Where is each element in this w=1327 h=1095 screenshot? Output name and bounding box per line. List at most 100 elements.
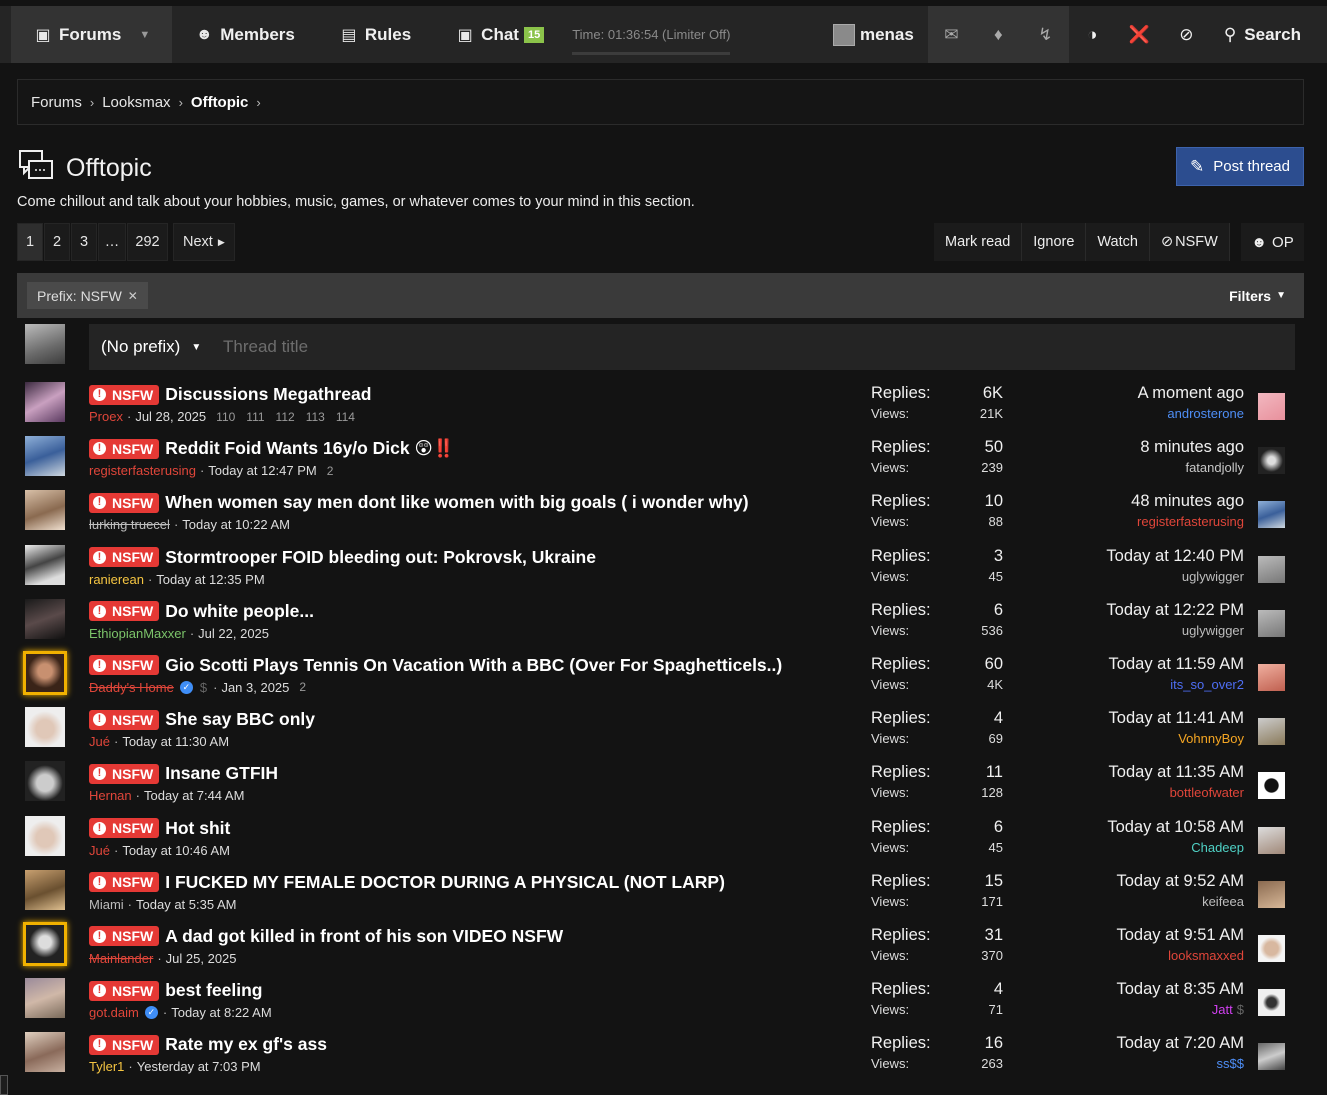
thread-page-link[interactable]: 112 [276, 410, 295, 424]
breadcrumb-looksmax[interactable]: Looksmax [102, 94, 170, 111]
thread-title[interactable]: A dad got killed in front of his son VID… [165, 926, 563, 947]
last-post-user[interactable]: uglywigger [1106, 623, 1244, 638]
last-post-user[interactable]: Chadeep [1107, 840, 1244, 855]
last-post-time[interactable]: Today at 9:51 AM [1117, 926, 1245, 945]
thread-author[interactable]: got.daim [89, 1005, 139, 1020]
avatar[interactable] [1258, 826, 1285, 854]
last-post-time[interactable]: Today at 12:22 PM [1106, 601, 1244, 620]
thread-title[interactable]: Stormtrooper FOID bleeding out: Pokrovsk… [165, 547, 596, 568]
ignore-button[interactable]: Ignore [1022, 223, 1087, 261]
thread-author[interactable]: Jué [89, 843, 110, 858]
avatar[interactable] [25, 1032, 65, 1073]
thread-author[interactable]: Tyler1 [89, 1059, 124, 1074]
avatar[interactable] [1258, 989, 1285, 1017]
op-filter-button[interactable]: ☻ OP [1241, 223, 1304, 261]
last-post-user[interactable]: VohnnyBoy [1109, 731, 1244, 746]
thread-row[interactable]: ! NSFW I FUCKED MY FEMALE DOCTOR DURING A … [17, 868, 1304, 922]
prefix-filter-chip[interactable]: Prefix: NSFW ✕ [27, 282, 148, 309]
thread-page-link[interactable]: 113 [306, 410, 325, 424]
last-post-time[interactable]: A moment ago [1138, 384, 1244, 403]
watch-button[interactable]: Watch [1086, 223, 1150, 261]
thread-title[interactable]: When women say men dont like women with … [165, 492, 748, 513]
bell-icon[interactable]: ♦ [975, 6, 1022, 63]
thread-title[interactable]: Do white people... [165, 601, 314, 622]
last-post-time[interactable]: Today at 10:58 AM [1107, 818, 1244, 837]
thread-title[interactable]: Rate my ex gf's ass [165, 1034, 327, 1055]
avatar[interactable] [1258, 663, 1285, 691]
avatar[interactable] [1258, 772, 1285, 800]
last-post-time[interactable]: Today at 9:52 AM [1117, 872, 1245, 891]
nsfw-badge[interactable]: ! NSFW [89, 601, 160, 622]
last-post-user[interactable]: ss$$ [1117, 1056, 1244, 1071]
close-icon[interactable]: ✕ [128, 289, 138, 303]
thread-title[interactable]: best feeling [165, 980, 262, 1001]
toggle-icon[interactable]: ◑ [1069, 6, 1116, 63]
thread-title[interactable]: She say BBC only [165, 709, 315, 730]
thread-author[interactable]: Proex [89, 409, 123, 424]
thread-row[interactable]: ! NSFW Discussions Megathread Proex · Jul 28,… [17, 380, 1304, 434]
last-post-time[interactable]: Today at 11:59 AM [1109, 655, 1244, 674]
thread-author[interactable]: Jué [89, 734, 110, 749]
thread-title[interactable]: Reddit Foid Wants 16y/o Dick 😲‼️ [165, 438, 454, 459]
nsfw-badge[interactable]: ! NSFW [89, 384, 160, 405]
thread-date[interactable]: Today at 8:22 AM [171, 1005, 271, 1020]
page-ellipsis[interactable]: … [98, 223, 126, 261]
thread-title[interactable]: Insane GTFIH [165, 763, 278, 784]
last-post-user[interactable]: androsterone [1138, 406, 1244, 421]
avatar[interactable] [1258, 447, 1285, 475]
bolt-icon[interactable]: ↯ [1022, 6, 1069, 63]
avatar[interactable] [25, 978, 65, 1019]
avatar[interactable] [1258, 934, 1285, 962]
last-post-user[interactable]: bottleofwater [1109, 785, 1244, 800]
nsfw-badge[interactable]: ! NSFW [89, 655, 160, 676]
breadcrumb-offtopic[interactable]: Offtopic [191, 94, 249, 111]
nsfw-badge[interactable]: ! NSFW [89, 492, 160, 513]
thread-date[interactable]: Today at 5:35 AM [136, 897, 236, 912]
thread-author[interactable]: lurking truecel [89, 517, 170, 532]
thread-date[interactable]: Yesterday at 7:03 PM [137, 1059, 261, 1074]
avatar[interactable] [1258, 501, 1285, 529]
thread-title-input[interactable] [223, 337, 823, 357]
last-post-user[interactable]: its_so_over2 [1109, 677, 1244, 692]
last-post-user[interactable]: Jatt $ [1117, 1002, 1244, 1017]
last-post-time[interactable]: Today at 12:40 PM [1106, 547, 1244, 566]
thread-title[interactable]: Gio Scotti Plays Tennis On Vacation With… [165, 655, 782, 676]
thread-row[interactable]: ! NSFW When women say men dont like women … [17, 488, 1304, 542]
avatar[interactable] [25, 544, 65, 585]
last-post-time[interactable]: Today at 8:35 AM [1117, 980, 1245, 999]
page-2[interactable]: 2 [44, 223, 70, 261]
nsfw-badge[interactable]: ! NSFW [89, 872, 160, 893]
nav-rules[interactable]: ▤ Rules [317, 6, 433, 63]
nsfw-badge[interactable]: ! NSFW [89, 1034, 160, 1055]
nsfw-badge[interactable]: ! NSFW [89, 926, 160, 947]
prefix-select[interactable]: (No prefix) ▼ [89, 337, 223, 357]
avatar[interactable] [23, 921, 67, 966]
nsfw-toggle-button[interactable]: ⊘ NSFW [1149, 223, 1230, 261]
thread-author[interactable]: Hernan [89, 788, 132, 803]
avatar[interactable] [1258, 393, 1285, 420]
thread-row[interactable]: ! NSFW best feeling got.daim ✓ · Today at 8:22… [17, 976, 1304, 1030]
thread-page-link[interactable]: 110 [216, 410, 235, 424]
avatar[interactable] [1258, 880, 1285, 908]
last-post-time[interactable]: Today at 11:41 AM [1109, 709, 1244, 728]
thread-row[interactable]: ! NSFW A dad got killed in front of his so… [17, 921, 1304, 976]
avatar[interactable] [25, 490, 65, 531]
thread-page-link[interactable]: 2 [299, 680, 306, 694]
avatar[interactable] [25, 761, 65, 802]
thread-page-link[interactable]: 114 [336, 410, 355, 424]
filters-button[interactable]: Filters ▼ [1229, 273, 1286, 318]
thread-date[interactable]: Today at 10:22 AM [182, 517, 290, 532]
page-3[interactable]: 3 [71, 223, 97, 261]
last-post-user[interactable]: fatandjolly [1140, 460, 1244, 475]
next-page-button[interactable]: Next ▶ [173, 223, 235, 261]
thread-row[interactable]: ! NSFW Insane GTFIH Hernan · Today at 7:44 AM… [17, 759, 1304, 813]
thread-author[interactable]: Mainlander [89, 951, 153, 966]
nsfw-badge[interactable]: ! NSFW [89, 818, 160, 838]
avatar[interactable] [25, 815, 65, 856]
avatar[interactable] [25, 869, 65, 910]
thread-title[interactable]: I FUCKED MY FEMALE DOCTOR DURING A PHYSI… [165, 872, 725, 893]
avatar[interactable] [1258, 555, 1285, 583]
nsfw-badge[interactable]: ! NSFW [89, 547, 160, 568]
nav-members[interactable]: ☻ Members [172, 6, 317, 63]
nav-forums[interactable]: ▣ Forums ▼ [11, 6, 173, 63]
